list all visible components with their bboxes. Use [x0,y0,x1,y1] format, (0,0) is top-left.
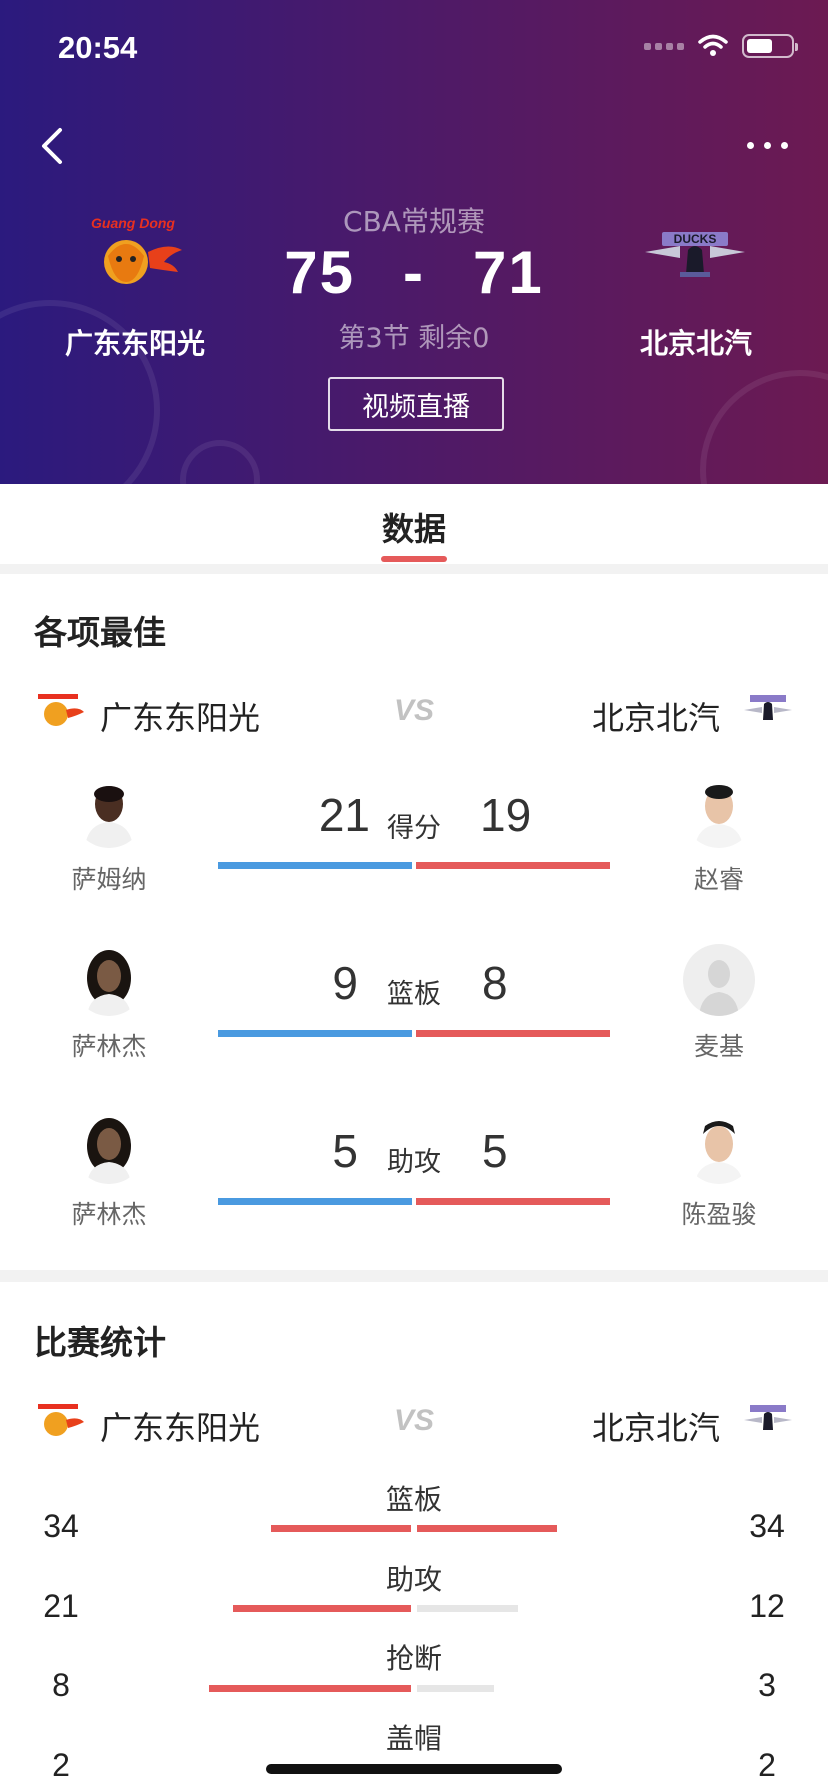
away-team-small-logo [744,695,792,720]
status-time: 20:54 [58,30,138,65]
stats-away-team-name: 北京北汽 [592,1409,721,1447]
more-dot [763,141,771,149]
stat-home-value: 2 [52,1747,70,1783]
stat-home-bar [209,1685,411,1692]
best-away-player: 陈盈骏 [681,1200,757,1229]
signal-icon [644,42,684,50]
game-period: 第3节 剩余0 [338,323,490,354]
stat-home-value: 8 [52,1667,70,1703]
more-dot [780,141,788,149]
best-away-value: 8 [482,957,508,1009]
stat-label: 抢断 [385,1642,442,1675]
stat-home-bar [233,1605,411,1612]
basketball-decoration [700,370,828,484]
person-placeholder-icon [699,960,739,1016]
away-team-small-logo [744,1405,792,1430]
away-score: 71 [472,239,544,306]
section-divider [0,564,828,574]
best-section-title: 各项最佳 [34,613,166,652]
default-avatar-icon[interactable] [683,944,755,1016]
score-separator: - [403,239,425,306]
player-avatar[interactable] [683,1112,755,1184]
home-team-small-logo [38,1404,84,1436]
stats-home-team-name: 广东东阳光 [100,1409,261,1447]
more-button[interactable] [740,130,794,160]
home-team-small-logo [38,694,84,726]
best-away-bar [416,1198,610,1205]
stat-home-value: 21 [43,1588,79,1624]
battery-icon [742,34,798,58]
video-live-button[interactable]: 视频直播 [328,377,504,431]
best-away-value: 5 [482,1125,508,1177]
stat-home-value: 34 [43,1508,79,1544]
best-away-team-name: 北京北汽 [592,699,721,737]
player-avatar[interactable] [73,776,145,848]
stat-away-value: 34 [749,1508,785,1544]
best-home-player: 萨林杰 [71,1032,147,1061]
vs-label: VS [394,1404,435,1437]
best-home-value: 21 [318,789,370,841]
background-decoration [180,440,260,484]
stat-label: 篮板 [385,1483,442,1516]
scoreboard: 75-71 [0,238,828,307]
player-photo [695,1121,743,1184]
player-photo [87,1118,131,1184]
best-home-player: 萨姆纳 [71,865,147,894]
player-avatar[interactable] [73,944,145,1016]
best-stat-label: 得分 [387,813,441,844]
stat-label: 盖帽 [385,1722,442,1755]
best-away-bar [416,1030,610,1037]
match-header: 20:54 Guang Dong 广东东阳光 DUCKS 北京北汽 CBA常规赛… [0,0,828,484]
best-away-value: 19 [480,789,532,841]
best-stat-label: 篮板 [387,979,441,1010]
stats-section-title: 比赛统计 [34,1323,166,1362]
best-home-team-name: 广东东阳光 [100,699,261,737]
stat-away-value: 2 [758,1747,776,1783]
more-dot [746,141,754,149]
best-stat-label: 助攻 [387,1147,441,1178]
player-photo [85,786,133,848]
player-avatar[interactable] [73,1112,145,1184]
stat-away-bar [417,1685,494,1692]
stat-away-value: 3 [758,1667,776,1703]
wifi-icon [698,34,728,56]
tab-data[interactable]: 数据 [0,504,828,550]
tab-active-indicator [381,556,447,562]
back-button[interactable] [34,124,74,168]
stat-away-value: 12 [749,1588,785,1624]
chevron-left-icon [42,128,62,164]
best-home-player: 萨林杰 [71,1200,147,1229]
best-home-bar [218,1198,412,1205]
tab-bar: 数据 [0,484,828,564]
status-icons [644,34,798,58]
stat-away-bar [417,1525,557,1532]
league-name: CBA常规赛 [343,205,485,238]
best-home-value: 5 [332,1125,358,1177]
stat-home-bar [271,1525,411,1532]
vs-label: VS [394,694,435,727]
home-indicator[interactable] [266,1764,562,1774]
best-home-value: 9 [332,957,358,1009]
best-away-player: 赵睿 [693,865,744,894]
stat-label: 助攻 [385,1563,442,1596]
best-away-bar [416,862,610,869]
best-home-bar [218,862,412,869]
best-home-bar [218,1030,412,1037]
stat-away-bar [417,1605,519,1612]
player-photo [87,950,131,1016]
home-score: 75 [284,239,355,306]
player-photo [695,785,743,848]
best-away-player: 麦基 [693,1032,744,1061]
section-divider [0,1270,828,1282]
player-avatar[interactable] [683,776,755,848]
